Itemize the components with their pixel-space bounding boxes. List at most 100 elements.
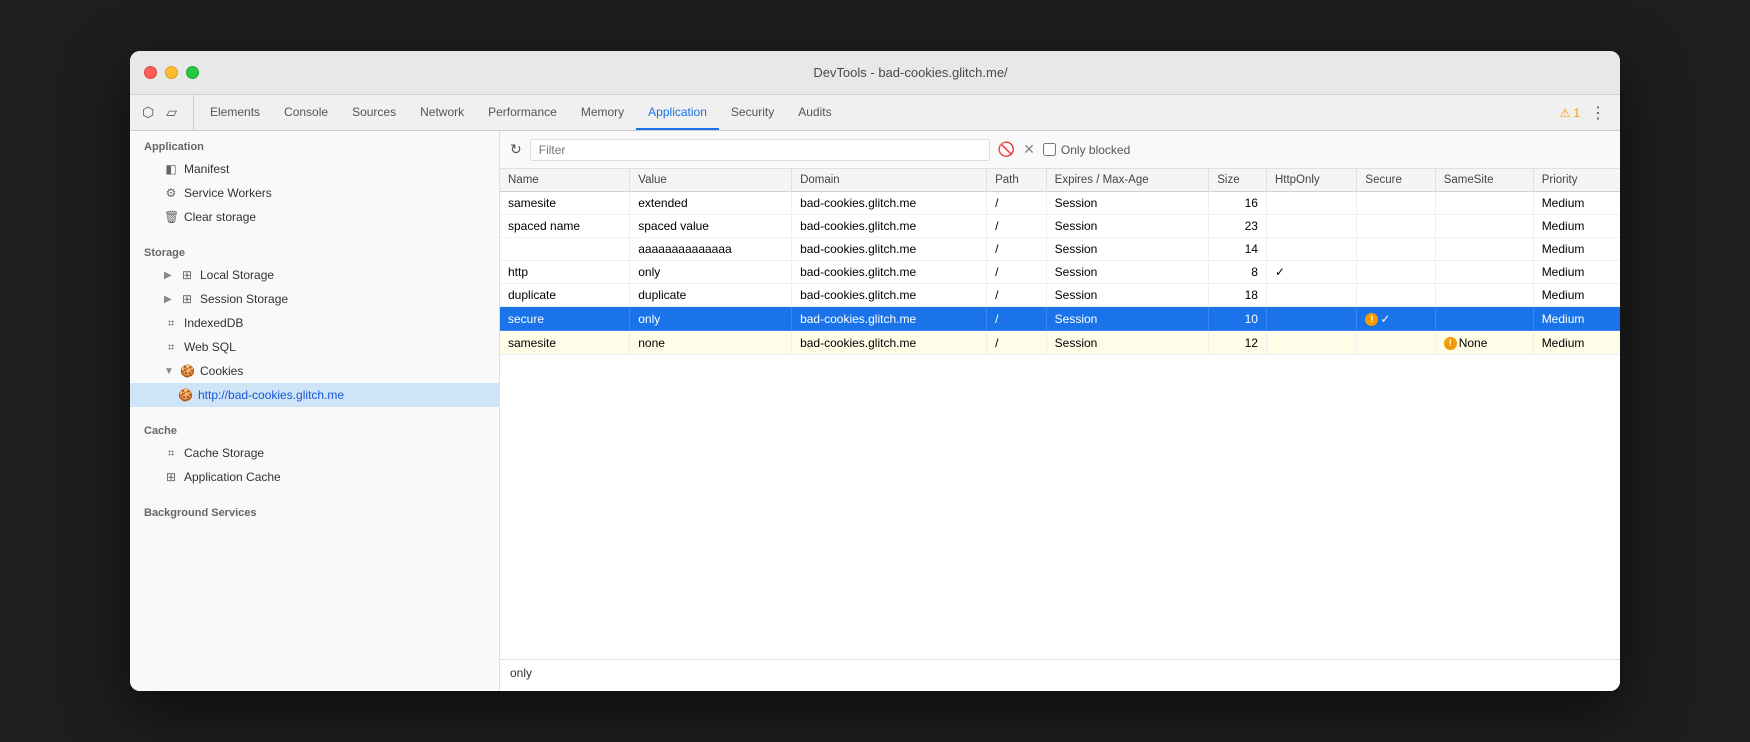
warning-icon: ⚠ xyxy=(1560,106,1571,120)
only-blocked-checkbox[interactable] xyxy=(1043,143,1056,156)
sidebar-item-clear-storage[interactable]: 🗑 Clear storage xyxy=(130,205,499,229)
tab-sources[interactable]: Sources xyxy=(340,95,408,130)
tab-right-controls: ⚠ 1 ⋮ xyxy=(1560,95,1620,130)
cache-storage-icon: ⌗ xyxy=(164,446,178,461)
sidebar-item-indexeddb[interactable]: ⌗ IndexedDB xyxy=(130,311,499,335)
col-value[interactable]: Value xyxy=(630,169,792,192)
path-cell: / xyxy=(987,284,1047,307)
path-cell: / xyxy=(987,261,1047,284)
col-httponly[interactable]: HttpOnly xyxy=(1266,169,1356,192)
sidebar-item-web-sql[interactable]: ⌗ Web SQL xyxy=(130,335,499,359)
name-cell: duplicate xyxy=(500,284,630,307)
httponly-cell xyxy=(1266,284,1356,307)
warning-badge: ⚠ 1 xyxy=(1560,106,1580,120)
cookies-table-element: Name Value Domain Path Expires / Max-Age… xyxy=(500,169,1620,355)
size-cell: 18 xyxy=(1209,284,1267,307)
table-row[interactable]: aaaaaaaaaaaaaabad-cookies.glitch.me/Sess… xyxy=(500,238,1620,261)
path-cell: / xyxy=(987,331,1047,355)
col-expires[interactable]: Expires / Max-Age xyxy=(1046,169,1209,192)
tab-elements[interactable]: Elements xyxy=(198,95,272,130)
devtools-window: DevTools - bad-cookies.glitch.me/ ⬡ ▱ El… xyxy=(130,51,1620,691)
col-domain[interactable]: Domain xyxy=(792,169,987,192)
name-cell: http xyxy=(500,261,630,284)
size-cell: 8 xyxy=(1209,261,1267,284)
col-priority[interactable]: Priority xyxy=(1533,169,1620,192)
sidebar-application-section: Application xyxy=(130,131,499,157)
sidebar-application-cache-label: Application Cache xyxy=(184,470,281,484)
sidebar-item-cookies-url[interactable]: 🍪 http://bad-cookies.glitch.me xyxy=(130,383,499,407)
table-row[interactable]: samesitenonebad-cookies.glitch.me/Sessio… xyxy=(500,331,1620,355)
path-cell: / xyxy=(987,215,1047,238)
domain-cell: bad-cookies.glitch.me xyxy=(792,261,987,284)
sidebar-clear-storage-label: Clear storage xyxy=(184,210,256,224)
path-cell: / xyxy=(987,192,1047,215)
close-button[interactable] xyxy=(144,66,157,79)
sidebar: Application ◧ Manifest ⚙ Service Workers… xyxy=(130,131,500,691)
priority-cell: Medium xyxy=(1533,261,1620,284)
value-cell: aaaaaaaaaaaaaa xyxy=(630,238,792,261)
size-cell: 12 xyxy=(1209,331,1267,355)
window-title: DevTools - bad-cookies.glitch.me/ xyxy=(215,65,1606,80)
table-row[interactable]: samesiteextendedbad-cookies.glitch.me/Se… xyxy=(500,192,1620,215)
tab-performance[interactable]: Performance xyxy=(476,95,569,130)
domain-cell: bad-cookies.glitch.me xyxy=(792,307,987,331)
tab-audits[interactable]: Audits xyxy=(786,95,843,130)
expires-cell: Session xyxy=(1046,284,1209,307)
table-header-row: Name Value Domain Path Expires / Max-Age… xyxy=(500,169,1620,192)
tab-application[interactable]: Application xyxy=(636,95,719,130)
httponly-cell xyxy=(1266,307,1356,331)
col-name[interactable]: Name xyxy=(500,169,630,192)
value-cell: only xyxy=(630,261,792,284)
cookie-table[interactable]: Name Value Domain Path Expires / Max-Age… xyxy=(500,169,1620,659)
col-samesite[interactable]: SameSite xyxy=(1435,169,1533,192)
cookie-rows: samesiteextendedbad-cookies.glitch.me/Se… xyxy=(500,192,1620,355)
sidebar-item-application-cache[interactable]: ⊞ Application Cache xyxy=(130,465,499,489)
size-cell: 14 xyxy=(1209,238,1267,261)
sidebar-background-section: Background Services xyxy=(130,497,499,523)
col-path[interactable]: Path xyxy=(987,169,1047,192)
value-cell: extended xyxy=(630,192,792,215)
tab-network[interactable]: Network xyxy=(408,95,476,130)
sidebar-item-cookies[interactable]: ▼ 🍪 Cookies xyxy=(130,359,499,383)
sidebar-item-manifest[interactable]: ◧ Manifest xyxy=(130,157,499,181)
only-blocked-label[interactable]: Only blocked xyxy=(1043,143,1130,157)
priority-cell: Medium xyxy=(1533,192,1620,215)
inspector-icon[interactable]: ⬡ xyxy=(138,102,158,123)
minimize-button[interactable] xyxy=(165,66,178,79)
sidebar-manifest-label: Manifest xyxy=(184,162,229,176)
sidebar-cookies-url-label: http://bad-cookies.glitch.me xyxy=(198,388,344,402)
sidebar-item-cache-storage[interactable]: ⌗ Cache Storage xyxy=(130,441,499,465)
table-row[interactable]: httponlybad-cookies.glitch.me/Session8✓M… xyxy=(500,261,1620,284)
tab-security[interactable]: Security xyxy=(719,95,786,130)
local-storage-icon: ⊞ xyxy=(180,268,194,282)
col-secure[interactable]: Secure xyxy=(1357,169,1435,192)
table-row[interactable]: spaced namespaced valuebad-cookies.glitc… xyxy=(500,215,1620,238)
priority-cell: Medium xyxy=(1533,215,1620,238)
name-cell xyxy=(500,238,630,261)
refresh-button[interactable]: ↻ xyxy=(510,141,522,158)
clear-filter-button[interactable]: ✕ xyxy=(1023,141,1035,158)
tab-console[interactable]: Console xyxy=(272,95,340,130)
right-panel: ↻ 🚫 ✕ Only blocked Name Value Domain xyxy=(500,131,1620,691)
more-options-button[interactable]: ⋮ xyxy=(1586,101,1610,125)
httponly-cell xyxy=(1266,238,1356,261)
path-cell: / xyxy=(987,238,1047,261)
sidebar-item-session-storage[interactable]: ▶ ⊞ Session Storage xyxy=(130,287,499,311)
sidebar-item-service-workers[interactable]: ⚙ Service Workers xyxy=(130,181,499,205)
sidebar-cache-section: Cache xyxy=(130,415,499,441)
value-cell: spaced value xyxy=(630,215,792,238)
sidebar-item-local-storage[interactable]: ▶ ⊞ Local Storage xyxy=(130,263,499,287)
device-toolbar-icon[interactable]: ▱ xyxy=(162,102,181,123)
block-icon-button[interactable]: 🚫 xyxy=(998,141,1015,158)
col-size[interactable]: Size xyxy=(1209,169,1267,192)
session-storage-arrow: ▶ xyxy=(164,294,174,305)
httponly-cell xyxy=(1266,215,1356,238)
secure-cell xyxy=(1357,331,1435,355)
tab-memory[interactable]: Memory xyxy=(569,95,636,130)
table-row[interactable]: duplicateduplicatebad-cookies.glitch.me/… xyxy=(500,284,1620,307)
table-row[interactable]: secureonlybad-cookies.glitch.me/Session1… xyxy=(500,307,1620,331)
filter-input[interactable] xyxy=(530,139,990,161)
sidebar-storage-section: Storage xyxy=(130,237,499,263)
maximize-button[interactable] xyxy=(186,66,199,79)
sidebar-web-sql-label: Web SQL xyxy=(184,340,236,354)
